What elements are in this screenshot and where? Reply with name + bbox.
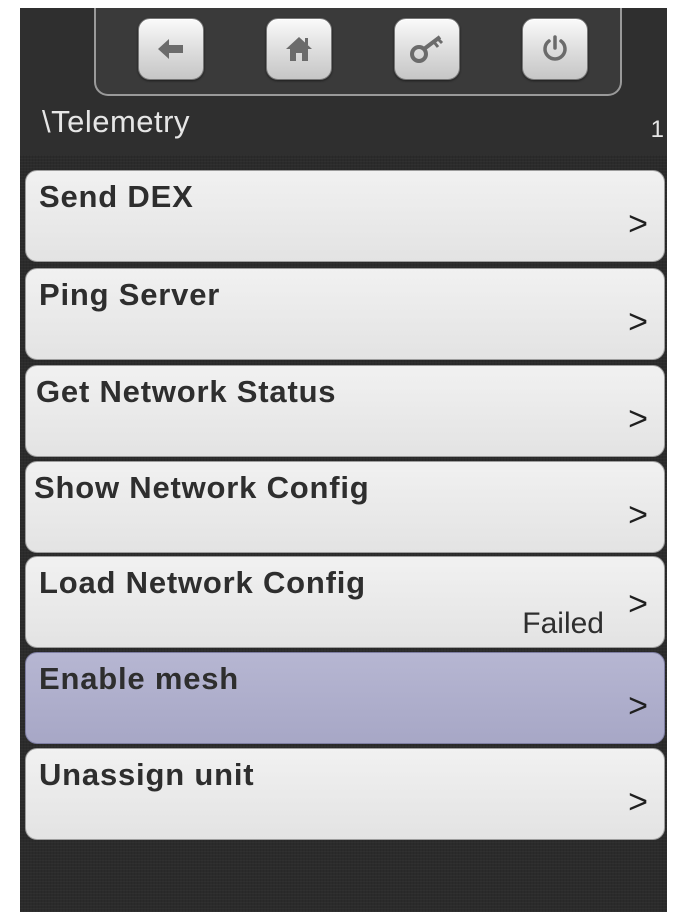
page-number: 1 xyxy=(650,116,664,143)
menu-item-get-network-status[interactable]: Get Network Status > xyxy=(25,365,665,457)
chevron-right-icon: > xyxy=(628,205,648,243)
menu-item-ping-server[interactable]: Ping Server > xyxy=(25,268,665,360)
status-text: Failed xyxy=(522,607,604,640)
menu-item-enable-mesh[interactable]: Enable mesh > xyxy=(25,652,665,744)
key-button[interactable] xyxy=(394,18,460,80)
key-icon xyxy=(410,35,444,63)
chevron-right-icon: > xyxy=(628,496,648,534)
chevron-right-icon: > xyxy=(628,303,648,341)
home-icon xyxy=(286,37,312,61)
back-button[interactable] xyxy=(138,18,204,80)
power-icon xyxy=(543,35,567,61)
menu-item-label: Send DEX xyxy=(39,179,194,214)
menu-item-label: Ping Server xyxy=(39,277,221,312)
back-arrow-icon xyxy=(158,39,183,59)
menu-item-label: Show Network Config xyxy=(34,470,370,505)
device-screen: \Telemetry 1 Send DEX > Ping Server > Ge… xyxy=(20,8,667,912)
menu-item-send-dex[interactable]: Send DEX > xyxy=(25,170,665,262)
power-button[interactable] xyxy=(522,18,588,80)
menu-item-show-network-config[interactable]: Show Network Config > xyxy=(25,461,665,553)
chevron-right-icon: > xyxy=(628,783,648,821)
menu-item-label: Unassign unit xyxy=(39,757,255,792)
chevron-right-icon: > xyxy=(628,687,648,725)
chevron-right-icon: > xyxy=(628,400,648,438)
home-button[interactable] xyxy=(266,18,332,80)
menu-item-unassign-unit[interactable]: Unassign unit > xyxy=(25,748,665,840)
menu-item-label: Load Network Config xyxy=(39,565,366,600)
menu-item-label: Get Network Status xyxy=(36,374,337,409)
menu-item-label: Enable mesh xyxy=(39,661,240,696)
breadcrumb: \Telemetry xyxy=(42,104,190,139)
menu-item-load-network-config[interactable]: Load Network Config Failed > xyxy=(25,556,665,648)
chevron-right-icon: > xyxy=(628,585,648,623)
toolbar xyxy=(94,8,622,96)
